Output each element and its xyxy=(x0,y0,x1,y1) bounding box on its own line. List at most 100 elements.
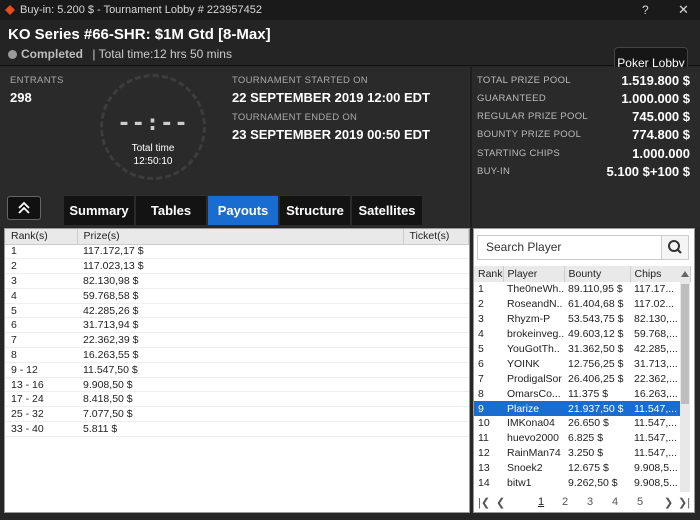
table-row[interactable]: 12 RainMan74 3.250 $11.547,... xyxy=(474,446,690,461)
table-row[interactable]: 11 huevo2000 6.825 $11.547,... xyxy=(474,431,690,446)
bounty-cell: 49.603,12 $ xyxy=(568,328,624,341)
table-row[interactable]: 3 82.130,98 $ xyxy=(5,273,469,289)
tournament-header: KO Series #66-SHR: $1M Gtd [8-Max] Compl… xyxy=(0,20,700,79)
prize-label: STARTING CHIPS xyxy=(477,148,561,159)
prize-value: 5.100 $+100 $ xyxy=(606,164,691,179)
title-bar: Buy-in: 5.200 $ - Tournament Lobby # 223… xyxy=(0,0,700,20)
table-row[interactable]: 33 - 40 5.811 $ xyxy=(5,421,469,437)
table-row[interactable]: 4 59.768,58 $ xyxy=(5,288,469,304)
tab-structure[interactable]: Structure xyxy=(280,195,350,225)
prize-label: TOTAL PRIZE POOL xyxy=(477,75,571,86)
table-row[interactable]: 5 YouGotTh.. 31.362,50 $42.285,... xyxy=(474,342,690,357)
table-row[interactable]: 13 Snoek2 12.675 $9.908,5... xyxy=(474,461,690,476)
bounty-cell: 31.362,50 $ xyxy=(568,343,624,355)
ticket-cell xyxy=(403,244,469,260)
bounty-cell: 21.937,50 $ xyxy=(564,401,630,417)
page-link[interactable]: 4 xyxy=(612,496,618,508)
tab-summary[interactable]: Summary xyxy=(64,195,134,225)
page-link[interactable]: 5 xyxy=(637,496,643,508)
status-dot-icon xyxy=(8,50,17,59)
tab-payouts[interactable]: Payouts xyxy=(208,195,278,225)
close-icon[interactable]: ✕ xyxy=(678,0,689,20)
rank-cell: 5 xyxy=(478,343,484,355)
last-page-icon[interactable]: ❯| xyxy=(678,496,690,509)
column-header[interactable]: Rank(s) xyxy=(5,229,78,245)
divider xyxy=(470,67,472,227)
table-row[interactable]: 8 16.263,55 $ xyxy=(5,347,469,363)
search-input[interactable]: Search Player xyxy=(477,235,663,260)
rank-cell: 3 xyxy=(5,273,77,289)
page-link[interactable]: 3 xyxy=(587,496,593,508)
table-row[interactable]: 17 - 24 8.418,50 $ xyxy=(5,391,469,408)
status-label: Completed xyxy=(21,47,84,61)
table-row[interactable]: 7 22.362,39 $ xyxy=(5,332,469,349)
tournament-name: KO Series #66-SHR: $1M Gtd [8-Max] xyxy=(8,26,271,43)
table-row[interactable]: 1 The0neWh.. 89.110,95 $117.17... xyxy=(474,282,690,297)
table-row[interactable]: 14 bitw1 9.262,50 $9.908,5... xyxy=(474,476,690,491)
scroll-up-icon[interactable] xyxy=(680,268,690,282)
bounty-cell: 3.250 $ xyxy=(568,447,604,460)
ticket-cell xyxy=(403,391,469,408)
rank-cell: 10 xyxy=(478,417,490,430)
rank-cell: 14 xyxy=(478,477,490,490)
search-button[interactable] xyxy=(661,235,689,260)
player-cell: The0neWh.. xyxy=(507,283,564,296)
first-page-icon[interactable]: |❮ xyxy=(478,496,490,509)
column-header[interactable]: Bounty xyxy=(564,266,631,282)
table-row[interactable]: 10 IMKona04 26.650 $11.547,... xyxy=(474,416,690,431)
rank-cell: 3 xyxy=(478,313,484,326)
rank-cell: 9 - 12 xyxy=(5,362,77,378)
page-link[interactable]: 1 xyxy=(538,496,544,508)
prize-cell: 22.362,39 $ xyxy=(77,332,403,349)
entrants-value: 298 xyxy=(10,90,32,105)
table-row[interactable]: 3 Rhyzm-P 53.543,75 $82.130,... xyxy=(474,312,690,327)
table-row[interactable]: 2 117.023,13 $ xyxy=(5,258,469,275)
table-row[interactable]: 8 OmarsCo... 11.375 $16.263,... xyxy=(474,386,690,401)
table-row[interactable]: 5 42.285,26 $ xyxy=(5,303,469,319)
table-row[interactable]: 1 117.172,17 $ xyxy=(5,244,469,260)
tournament-lobby-window: Buy-in: 5.200 $ - Tournament Lobby # 223… xyxy=(0,0,700,520)
player-cell: bitw1 xyxy=(507,477,532,490)
rank-cell: 7 xyxy=(5,332,77,349)
help-icon[interactable]: ? xyxy=(642,0,649,20)
player-cell: ProdigalSor xyxy=(507,372,562,385)
ended-label: TOURNAMENT ENDED ON xyxy=(232,112,358,123)
collapse-button[interactable] xyxy=(7,196,41,220)
table-row[interactable]: 6 YOINK 12.756,25 $31.713,... xyxy=(474,356,690,371)
column-header[interactable]: Player xyxy=(503,266,565,282)
table-row[interactable]: 9 - 12 11.547,50 $ xyxy=(5,362,469,378)
table-row[interactable]: 4 brokeinveg.. 49.603,12 $59.768,... xyxy=(474,327,690,342)
table-row[interactable]: 9 Plarize 21.937,50 $11.547,... xyxy=(474,401,690,417)
search-icon xyxy=(668,240,682,254)
scrollbar-thumb[interactable] xyxy=(681,284,689,404)
table-row[interactable]: 7 ProdigalSor 26.406,25 $22.362,... xyxy=(474,371,690,386)
total-time-label: Total time xyxy=(131,143,175,154)
tab-satellites[interactable]: Satellites xyxy=(352,195,422,225)
prev-page-icon[interactable]: ❮ xyxy=(496,496,505,509)
prize-cell: 59.768,58 $ xyxy=(77,288,403,304)
table-row[interactable]: 13 - 16 9.908,50 $ xyxy=(5,377,469,393)
tab-tables[interactable]: Tables xyxy=(136,195,206,225)
players-panel: Search Player Rank Player Bounty Chips 1… xyxy=(473,228,695,513)
table-row[interactable]: 25 - 32 7.077,50 $ xyxy=(5,406,469,423)
rank-cell: 11 xyxy=(478,432,489,445)
prize-cell: 117.172,17 $ xyxy=(77,244,403,260)
rank-cell: 25 - 32 xyxy=(5,406,77,423)
page-link[interactable]: 2 xyxy=(562,496,568,508)
next-page-icon[interactable]: ❯ xyxy=(664,496,673,509)
clock-digits: --:-- xyxy=(117,111,189,136)
column-header[interactable]: Rank xyxy=(474,266,504,282)
bounty-cell: 26.406,25 $ xyxy=(568,372,624,385)
ticket-cell xyxy=(403,406,469,423)
rank-cell: 7 xyxy=(478,372,484,385)
ticket-cell xyxy=(403,362,469,378)
bounty-cell: 61.404,68 $ xyxy=(568,298,624,311)
column-header[interactable]: Ticket(s) xyxy=(403,229,469,245)
scrollbar[interactable] xyxy=(680,266,690,492)
column-header[interactable]: Prize(s) xyxy=(77,229,404,245)
table-row[interactable]: 6 31.713,94 $ xyxy=(5,317,469,334)
prize-cell: 8.418,50 $ xyxy=(77,391,403,408)
payouts-table: Rank(s) Prize(s) Ticket(s) 1 117.172,17 $… xyxy=(5,229,469,437)
table-row[interactable]: 2 RoseandN.. 61.404,68 $117.02... xyxy=(474,297,690,312)
rank-cell: 2 xyxy=(478,298,484,311)
